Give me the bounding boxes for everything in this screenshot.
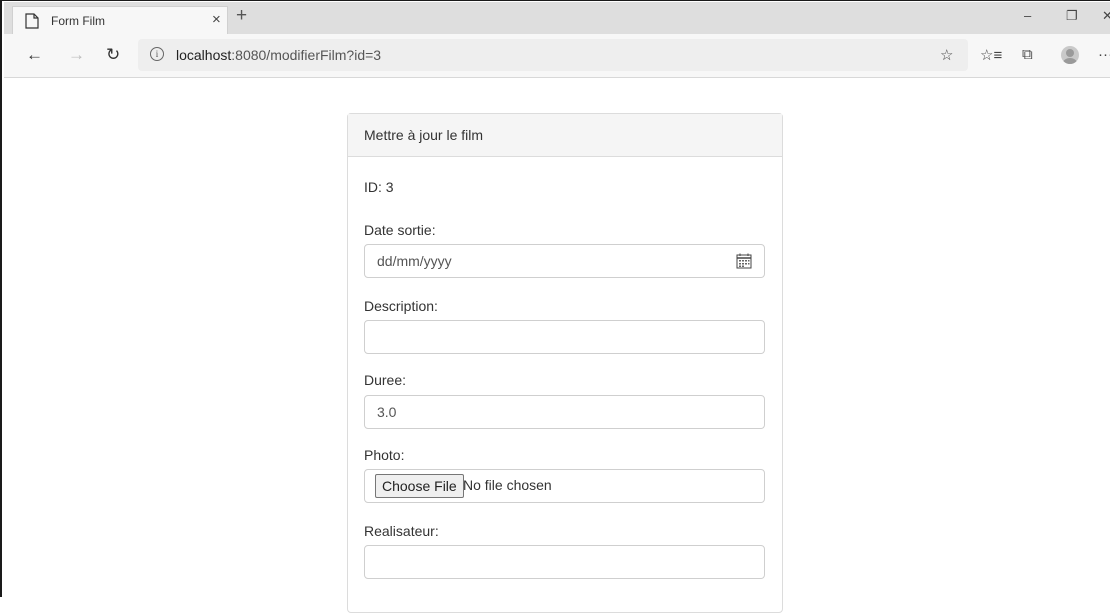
realisateur-label: Realisateur: <box>364 523 439 539</box>
tab-form-film[interactable]: Form Film × <box>12 6 228 34</box>
back-icon[interactable]: ← <box>26 45 43 65</box>
favorite-star-icon[interactable]: ☆ <box>940 46 953 64</box>
address-bar[interactable]: i localhost:8080/modifierFilm?id=3 <box>138 39 968 71</box>
file-status: No file chosen <box>463 477 552 493</box>
url-text[interactable]: localhost:8080/modifierFilm?id=3 <box>176 47 381 63</box>
refresh-icon[interactable]: ↻ <box>106 45 120 65</box>
film-form-card: Mettre à jour le film ID: 3 Date sortie:… <box>347 113 783 613</box>
forward-icon[interactable]: → <box>68 45 85 65</box>
close-window-icon[interactable]: ✕ <box>1102 8 1110 24</box>
new-tab-icon[interactable]: + <box>236 5 247 27</box>
page-icon <box>25 13 39 29</box>
calendar-icon[interactable] <box>736 253 752 269</box>
browser-toolbar: ← → ↻ i localhost:8080/modifierFilm?id=3… <box>4 34 1110 78</box>
description-label: Description: <box>364 298 438 314</box>
minimize-icon[interactable]: – <box>1024 8 1031 23</box>
date-sortie-input[interactable]: dd/mm/yyyy <box>364 244 765 278</box>
more-icon[interactable]: ··· <box>1098 46 1110 63</box>
date-placeholder: dd/mm/yyyy <box>377 253 452 269</box>
card-header: Mettre à jour le film <box>348 114 782 157</box>
info-icon[interactable]: i <box>150 47 164 61</box>
photo-file-input[interactable]: Choose File No file chosen <box>364 469 765 503</box>
description-input[interactable] <box>364 320 765 354</box>
tab-title: Form Film <box>51 14 105 28</box>
favorites-list-icon[interactable]: ☆≡ <box>980 46 1002 64</box>
duree-label: Duree: <box>364 372 407 388</box>
realisateur-input[interactable] <box>364 545 765 579</box>
tab-close-icon[interactable]: × <box>212 11 221 28</box>
duree-value: 3.0 <box>377 404 397 420</box>
collections-icon[interactable]: ⧉ <box>1022 46 1033 63</box>
restore-icon[interactable]: ❐ <box>1066 8 1078 24</box>
tab-strip: Form Film × + – ❐ ✕ <box>4 2 1110 34</box>
browser-window: Form Film × + – ❐ ✕ ← → ↻ i localhost:80… <box>0 0 1110 613</box>
duree-input[interactable]: 3.0 <box>364 395 765 429</box>
date-sortie-label: Date sortie: <box>364 222 436 238</box>
photo-label: Photo: <box>364 447 405 463</box>
choose-file-button[interactable]: Choose File <box>375 474 464 498</box>
film-id: ID: 3 <box>364 179 394 195</box>
profile-avatar[interactable] <box>1061 46 1079 64</box>
